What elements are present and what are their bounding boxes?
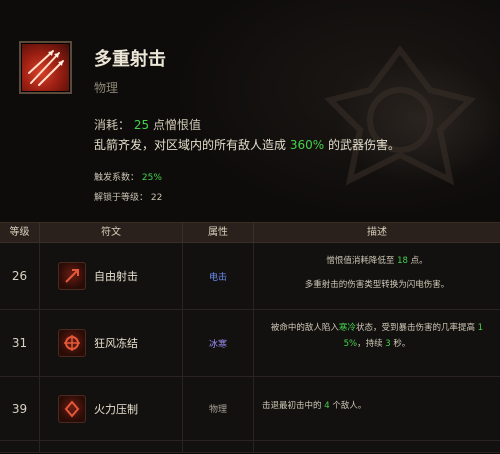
unlock-value: 22 — [150, 193, 163, 203]
header-level: 等级 — [0, 223, 40, 242]
table-row: 31 狂风冻结 冰寒 被命中的敌人陷入寒冷状态，受到暴击伤害的几率提高 1 5%… — [0, 310, 500, 377]
proc-coefficient: 触发系数： 25% — [94, 170, 162, 183]
unlock-level: 解锁于等级： 22 — [94, 190, 162, 203]
skill-name: 多重射击 — [94, 49, 166, 70]
skill-header: 多重射击 物理 消耗： 25 点憎恨值 乱箭齐发，对区域内的所有敌人造成 360… — [0, 0, 500, 222]
rune-attribute: 冰寒 — [183, 310, 254, 376]
cost-label: 消耗： — [94, 118, 131, 132]
desc-prefix: 乱箭齐发，对区域内的所有敌人造成 — [94, 138, 287, 152]
rune-attribute: 物理 — [183, 377, 254, 440]
rune-icon — [58, 394, 86, 423]
rune-level: 26 — [0, 243, 40, 309]
rune-table-header: 等级 符文 属性 描述 — [0, 222, 500, 243]
desc-suffix: 的武器伤害。 — [327, 138, 400, 152]
rune-cell: 狂风冻结 — [40, 310, 183, 376]
desc-text: ，持续 — [357, 339, 383, 349]
skill-category: 物理 — [94, 81, 119, 95]
desc-keyword: 寒冷 — [338, 323, 356, 333]
desc-number: 3 — [385, 339, 391, 349]
desc-text: 被命中的敌人陷入 — [270, 323, 339, 333]
header-description: 描述 — [367, 227, 387, 238]
desc-text: 秒。 — [393, 339, 411, 349]
table-row-partial — [0, 441, 500, 453]
rune-cell: 自由射击 — [40, 243, 183, 309]
cost-unit: 点憎恨值 — [152, 118, 201, 132]
desc-text: 憎恨值消耗降低至 — [326, 256, 395, 266]
rune-level: 31 — [0, 310, 40, 376]
table-row: 39 火力压制 物理 击退最初击中的 4 个敌人。 — [0, 377, 500, 441]
background-emblem-icon — [324, 45, 476, 186]
desc-text: 状态，受到暴击伤害的几率提高 — [355, 323, 475, 333]
desc-text: 击退最初击中的 — [262, 400, 322, 411]
rune-level: 39 — [0, 377, 40, 440]
rune-icon — [58, 262, 86, 290]
desc-text: 个敌人。 — [332, 400, 367, 411]
cost-value: 25 — [133, 118, 150, 132]
desc-text: 点。 — [410, 256, 428, 266]
multishot-skill-icon — [19, 41, 72, 94]
desc-number: 18 — [397, 256, 408, 266]
rune-attribute: 电击 — [183, 243, 254, 309]
desc-number: 5% — [343, 339, 358, 349]
coefficient-label: 触发系数： — [94, 173, 140, 183]
rune-table: 等级 符文 属性 描述 26 自由射击 电击 憎恨值消耗降低至 18 点。 多重… — [0, 222, 500, 453]
rune-name: 火力压制 — [94, 402, 138, 416]
rune-description: 击退最初击中的 4 个敌人。 — [254, 377, 500, 440]
desc-percent: 360% — [289, 138, 325, 152]
rune-cell: 火力压制 — [40, 377, 183, 440]
coefficient-value: 25% — [141, 173, 162, 183]
unlock-label: 解锁于等级： — [94, 193, 149, 203]
skill-cost: 消耗： 25 点憎恨值 — [94, 116, 201, 133]
rune-description: 被命中的敌人陷入寒冷状态，受到暴击伤害的几率提高 1 5%，持续 3 秒。 — [254, 310, 500, 376]
table-row: 26 自由射击 电击 憎恨值消耗降低至 18 点。 多重射击的伤害类型转换为闪电… — [0, 243, 500, 310]
rune-name: 狂风冻结 — [94, 337, 138, 350]
skill-description: 乱箭齐发，对区域内的所有敌人造成 360% 的武器伤害。 — [94, 136, 400, 153]
desc-number: 1 — [477, 323, 484, 333]
desc-number: 4 — [324, 400, 330, 411]
rune-name: 自由射击 — [94, 270, 138, 283]
desc-text: 多重射击的伤害类型转换为闪电伤害。 — [304, 280, 450, 290]
header-rune: 符文 — [40, 223, 183, 242]
rune-description: 憎恨值消耗降低至 18 点。 多重射击的伤害类型转换为闪电伤害。 — [254, 243, 500, 309]
header-attribute: 属性 — [183, 223, 254, 242]
rune-icon — [58, 329, 86, 357]
